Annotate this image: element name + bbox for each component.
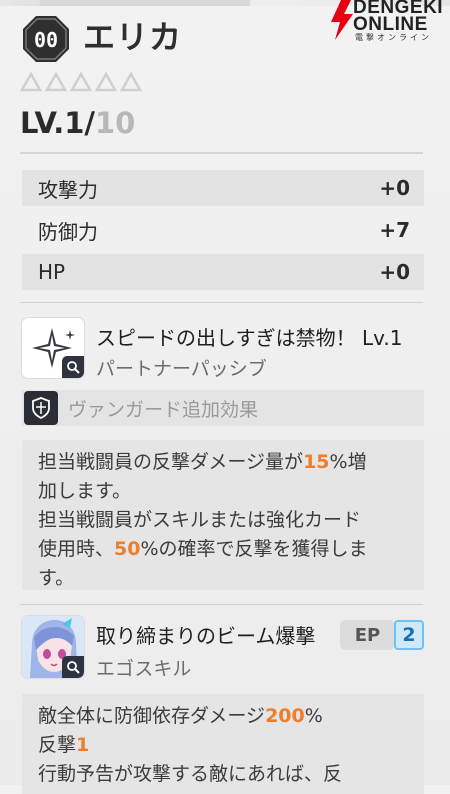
rarity-triangle-icon: [20, 72, 42, 92]
stat-label: 防御力: [38, 219, 98, 244]
level-display: LV.1/10: [20, 106, 135, 140]
magnifier-icon: [62, 356, 84, 378]
level-current: LV.1/: [20, 106, 95, 140]
desc-text: 担当戦闘員の反撃ダメージ量が: [38, 451, 304, 473]
stat-value: +0: [379, 176, 410, 200]
desc-line: 反撃1: [38, 731, 408, 760]
dengeki-online-logo: DENGEKI ONLINE 電撃オンライン: [329, 0, 450, 44]
level-max: 10: [94, 106, 136, 140]
desc-highlight: 200: [265, 705, 305, 727]
desc-line: す。: [38, 567, 75, 589]
desc-text: %: [304, 705, 323, 727]
desc-text: %増: [329, 451, 367, 473]
stat-row-attack: 攻撃力 +0: [22, 170, 424, 206]
skill1-description: 担当戦闘員の反撃ダメージ量が15%増 加します。 担当戦闘員がスキルまたは強化カ…: [22, 440, 424, 590]
desc-line: 担当戦闘員がスキルまたは強化カード: [38, 509, 362, 531]
rarity-triangle-icon: [70, 72, 92, 92]
rarity-triangle-icon: [95, 72, 117, 92]
desc-highlight: 1: [76, 734, 90, 756]
rarity-stars: [20, 72, 142, 92]
desc-text: %の確率で反撃を獲得しま: [140, 538, 368, 560]
skill2-type: エゴスキル: [96, 658, 192, 680]
rarity-triangle-icon: [120, 72, 142, 92]
vanguard-label: ヴァンガード追加効果: [68, 398, 259, 421]
character-name: エリカ: [83, 18, 183, 56]
divider: [20, 152, 423, 154]
desc-highlight: 15: [303, 451, 330, 473]
character-badge: 00: [22, 15, 70, 63]
desc-highlight: 50: [114, 538, 141, 560]
skill2-icon-button[interactable]: [22, 616, 84, 678]
skill1-icon-button[interactable]: [22, 318, 84, 378]
stat-value: +7: [379, 218, 410, 242]
skill1-type: パートナーパッシブ: [96, 358, 267, 380]
skill2-name: 取り締まりのビーム爆撃: [96, 624, 316, 648]
stat-value: +0: [379, 260, 410, 284]
desc-text: 使用時、: [38, 538, 115, 560]
divider: [20, 604, 423, 605]
skill1-name: スピードの出しすぎは禁物！ Lv.1: [96, 326, 403, 350]
desc-text: 敵全体に防御依存ダメージ: [38, 705, 266, 727]
desc-line: 使用時、50%の確率で反撃を獲得しま: [38, 535, 408, 564]
desc-line: 担当戦闘員の反撃ダメージ量が15%増: [38, 448, 408, 477]
ep-label: EP: [340, 620, 395, 650]
desc-line: 敵全体に防御依存ダメージ200%: [38, 702, 408, 731]
stat-label: 攻撃力: [38, 177, 98, 202]
stat-row-hp: HP +0: [22, 254, 424, 290]
ep-cost: EP 2: [340, 620, 430, 650]
desc-line: 加します。: [38, 480, 132, 502]
desc-text: 反撃: [38, 734, 77, 756]
skill2-description: 敵全体に防御依存ダメージ200% 反撃1 行動予告が攻撃する敵にあれば、反: [22, 694, 424, 794]
vanguard-effect-row: ヴァンガード追加効果: [22, 390, 424, 426]
stat-row-defense: 防御力 +7: [22, 212, 424, 248]
ep-value: 2: [394, 620, 424, 650]
stat-label: HP: [38, 260, 66, 284]
badge-label: 00: [34, 28, 58, 52]
rarity-triangle-icon: [45, 72, 67, 92]
divider: [20, 302, 423, 303]
shield-icon: [24, 391, 58, 425]
logo-line3: 電撃オンライン: [355, 33, 432, 42]
magnifier-icon: [62, 656, 84, 678]
